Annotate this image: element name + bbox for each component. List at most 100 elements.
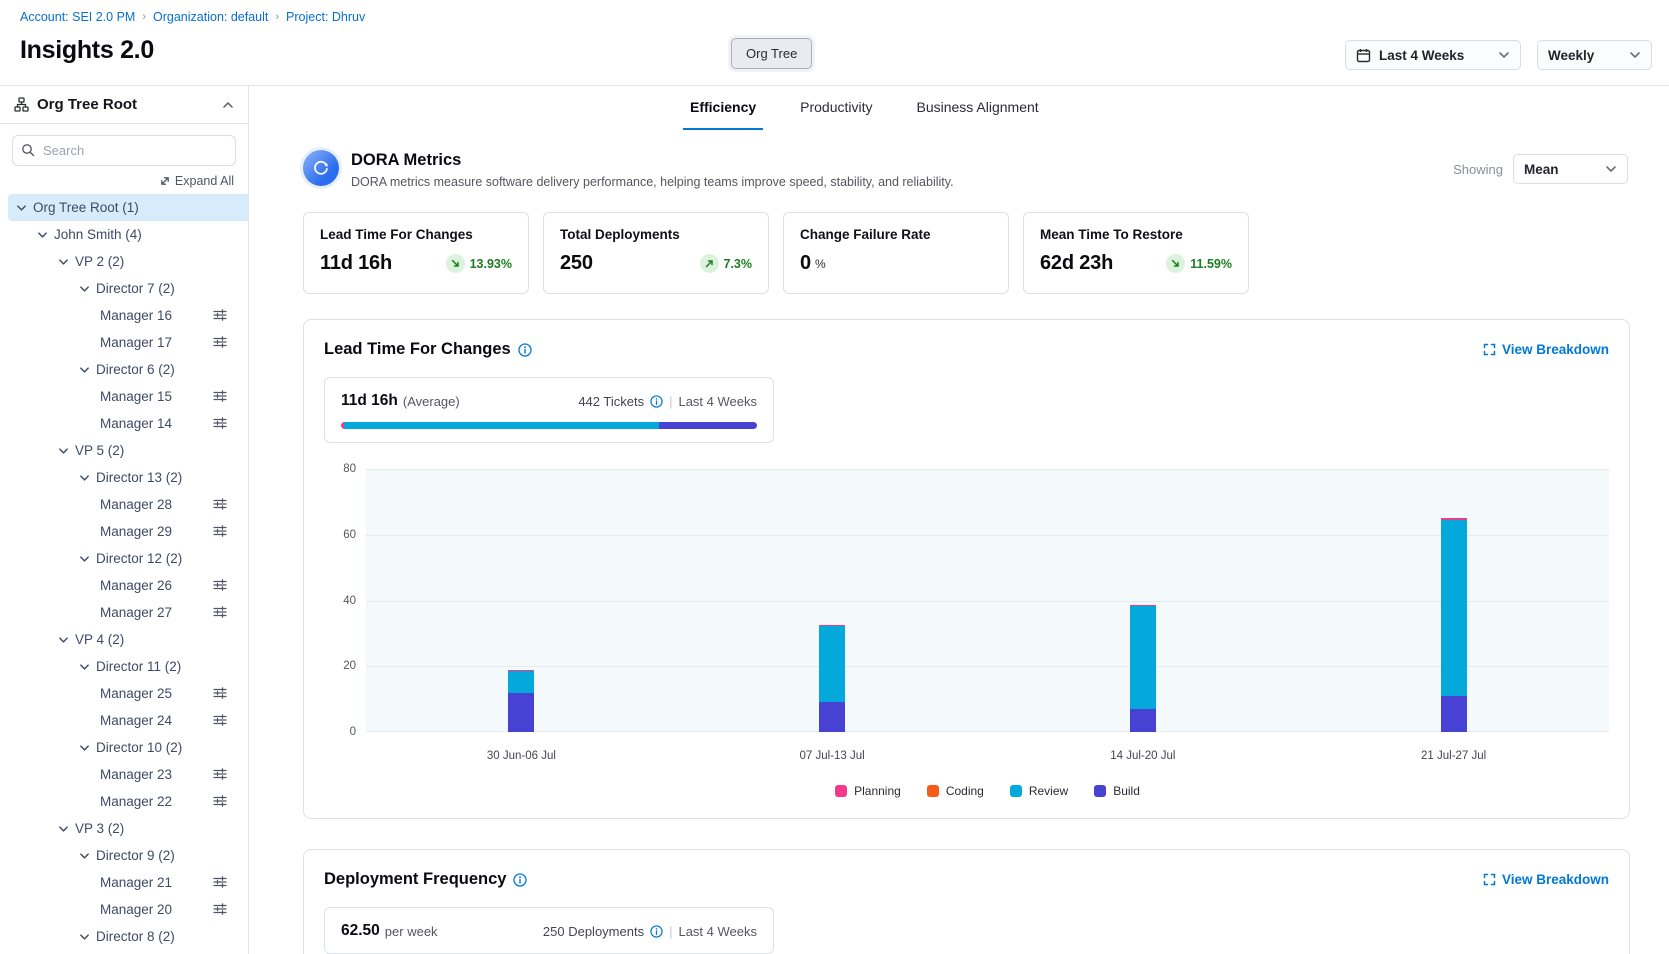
tree-item-manager-17[interactable]: Manager 17: [0, 329, 248, 356]
chevron-down-icon[interactable]: [79, 933, 90, 941]
dora-title: DORA Metrics: [351, 151, 954, 170]
tree-item-vp-2[interactable]: VP 2 (2): [0, 248, 248, 275]
y-axis-tick-label: 0: [350, 726, 356, 738]
tree-item-director-13[interactable]: Director 13 (2): [0, 464, 248, 491]
breadcrumb-link[interactable]: Account: SEI 2.0 PM: [20, 10, 135, 24]
tree-item-director-6[interactable]: Director 6 (2): [0, 356, 248, 383]
tree-item-director-7[interactable]: Director 7 (2): [0, 275, 248, 302]
tree-item-director-12[interactable]: Director 12 (2): [0, 545, 248, 572]
sliders-icon[interactable]: [213, 605, 227, 619]
metric-card-unit: %: [815, 257, 826, 271]
sliders-icon[interactable]: [213, 416, 227, 430]
tree-item-manager-15[interactable]: Manager 15: [0, 383, 248, 410]
sliders-icon[interactable]: [213, 794, 227, 808]
tree-item-director-10[interactable]: Director 10 (2): [0, 734, 248, 761]
tree-item-manager-14[interactable]: Manager 14: [0, 410, 248, 437]
legend-item-review[interactable]: Review: [1010, 784, 1068, 798]
tree-item-manager-22[interactable]: Manager 22: [0, 788, 248, 815]
tree-item-director-9[interactable]: Director 9 (2): [0, 842, 248, 869]
sliders-icon[interactable]: [213, 524, 227, 538]
tree-item-label: John Smith (4): [54, 227, 142, 242]
chevron-down-icon[interactable]: [37, 231, 48, 239]
expand-all-label: Expand All: [175, 174, 234, 188]
lead-time-stage-progress-bar: [341, 422, 757, 429]
sliders-icon[interactable]: [213, 578, 227, 592]
tree-item-vp-3[interactable]: VP 3 (2): [0, 815, 248, 842]
chevron-down-icon[interactable]: [58, 636, 69, 644]
chevron-down-icon[interactable]: [58, 258, 69, 266]
tree-item-manager-27[interactable]: Manager 27: [0, 599, 248, 626]
bar-07-jul-13-jul[interactable]: [819, 625, 845, 732]
gridline: [366, 601, 1609, 602]
bar-30-jun-06-jul[interactable]: [508, 670, 534, 732]
chevron-down-icon[interactable]: [58, 447, 69, 455]
sliders-icon[interactable]: [213, 308, 227, 322]
info-icon[interactable]: [518, 343, 532, 357]
chevron-down-icon[interactable]: [79, 744, 90, 752]
deployment-view-breakdown-link[interactable]: View Breakdown: [1483, 872, 1609, 887]
chevron-up-icon[interactable]: [222, 101, 234, 109]
chevron-down-icon[interactable]: [79, 474, 90, 482]
tab-business-alignment[interactable]: Business Alignment: [910, 86, 1046, 130]
showing-select[interactable]: Mean: [1513, 154, 1628, 184]
sliders-icon[interactable]: [213, 875, 227, 889]
sliders-icon[interactable]: [213, 686, 227, 700]
date-range-select[interactable]: Last 4 Weeks: [1345, 40, 1521, 70]
sliders-icon[interactable]: [213, 713, 227, 727]
tab-efficiency[interactable]: Efficiency: [683, 86, 763, 130]
bar-21-jul-27-jul[interactable]: [1441, 518, 1467, 732]
tree-item-vp-4[interactable]: VP 4 (2): [0, 626, 248, 653]
org-tree-sidebar: Org Tree Root Expand All Org Tree Root (…: [0, 86, 249, 954]
tree-item-manager-28[interactable]: Manager 28: [0, 491, 248, 518]
chevron-down-icon[interactable]: [79, 663, 90, 671]
sliders-icon[interactable]: [213, 335, 227, 349]
tree-item-manager-20[interactable]: Manager 20: [0, 896, 248, 923]
tree-item-vp-5[interactable]: VP 5 (2): [0, 437, 248, 464]
sidebar-header[interactable]: Org Tree Root: [0, 86, 248, 124]
tab-productivity[interactable]: Productivity: [793, 86, 879, 130]
granularity-select[interactable]: Weekly: [1537, 40, 1652, 70]
legend-item-build[interactable]: Build: [1094, 784, 1140, 798]
info-icon[interactable]: [513, 873, 527, 887]
metric-card-title: Lead Time For Changes: [320, 227, 512, 242]
chevron-down-icon[interactable]: [79, 852, 90, 860]
gridline: [366, 469, 1609, 470]
sliders-icon[interactable]: [213, 902, 227, 916]
tree-item-director-11[interactable]: Director 11 (2): [0, 653, 248, 680]
tree-item-manager-23[interactable]: Manager 23: [0, 761, 248, 788]
org-tree-button[interactable]: Org Tree: [731, 38, 812, 69]
y-axis-tick-label: 20: [343, 660, 356, 672]
lead-time-view-breakdown-link[interactable]: View Breakdown: [1483, 342, 1609, 357]
tree-item-director-8[interactable]: Director 8 (2): [0, 923, 248, 950]
legend-item-coding[interactable]: Coding: [927, 784, 984, 798]
tree-item-manager-24[interactable]: Manager 24: [0, 707, 248, 734]
tree-item-manager-25[interactable]: Manager 25: [0, 680, 248, 707]
bar-segment-build: [508, 693, 534, 732]
tree-item-manager-29[interactable]: Manager 29: [0, 518, 248, 545]
deployment-rate-value: 62.50: [341, 922, 380, 940]
breadcrumb-link[interactable]: Project: Dhruv: [286, 10, 365, 24]
chevron-down-icon[interactable]: [79, 366, 90, 374]
chevron-down-icon[interactable]: [79, 285, 90, 293]
sliders-icon[interactable]: [213, 389, 227, 403]
sliders-icon[interactable]: [213, 767, 227, 781]
chevron-down-icon[interactable]: [16, 204, 27, 212]
tree-item-manager-26[interactable]: Manager 26: [0, 572, 248, 599]
date-range-value: Last 4 Weeks: [1379, 48, 1464, 63]
tree-item-manager-21[interactable]: Manager 21: [0, 869, 248, 896]
trend-badge: 7.3%: [700, 254, 753, 273]
tree-item-org-tree-root[interactable]: Org Tree Root (1): [8, 194, 248, 221]
bar-14-jul-20-jul[interactable]: [1130, 605, 1156, 732]
tree-item-john-smith[interactable]: John Smith (4): [0, 221, 248, 248]
sliders-icon[interactable]: [213, 497, 227, 511]
expand-all-button[interactable]: Expand All: [0, 168, 248, 192]
breadcrumb-link[interactable]: Organization: default: [153, 10, 268, 24]
progress-segment-review: [344, 422, 659, 429]
info-icon[interactable]: [650, 925, 663, 938]
info-icon[interactable]: [650, 395, 663, 408]
chevron-down-icon[interactable]: [79, 555, 90, 563]
legend-item-planning[interactable]: Planning: [835, 784, 901, 798]
search-input[interactable]: [12, 135, 236, 166]
chevron-down-icon[interactable]: [58, 825, 69, 833]
tree-item-manager-16[interactable]: Manager 16: [0, 302, 248, 329]
